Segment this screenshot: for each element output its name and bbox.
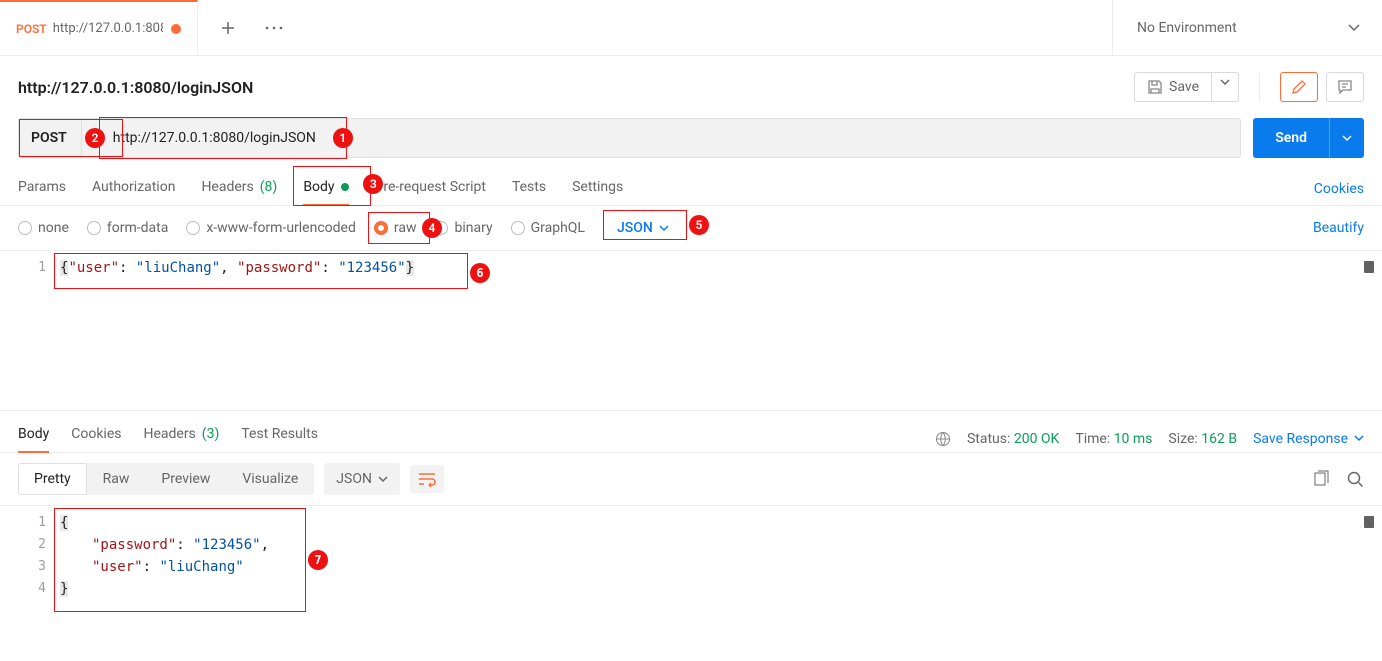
send-button[interactable]: Send <box>1253 118 1364 158</box>
tab-tests[interactable]: Tests <box>512 173 546 205</box>
chevron-down-icon <box>659 225 669 232</box>
view-mode-segment: Pretty Raw Preview Visualize <box>18 463 314 495</box>
scrollbar[interactable] <box>1364 516 1374 528</box>
tab-body[interactable]: Body 3 <box>303 173 348 205</box>
view-pretty[interactable]: Pretty <box>18 463 87 495</box>
chevron-down-icon <box>1220 79 1230 86</box>
request-body-editor[interactable]: 1 {"user": "liuChang", "password": "1234… <box>0 251 1382 411</box>
tab-bar: POST http://127.0.0.1:8080/l No Environm… <box>0 0 1382 56</box>
response-tab-body[interactable]: Body <box>18 426 49 452</box>
annotation-7: 7 <box>308 550 328 570</box>
beautify-link[interactable]: Beautify <box>1313 220 1364 236</box>
request-tabs: Params Authorization Headers (8) Body 3 … <box>0 166 1382 206</box>
url-row: POST 2 http://127.0.0.1:8080/loginJSON 1… <box>0 118 1382 166</box>
response-code-content: { "password": "123456", "user": "liuChan… <box>60 512 1382 626</box>
unsaved-dot-icon <box>171 24 181 34</box>
request-tab-active[interactable]: POST http://127.0.0.1:8080/l <box>0 0 198 56</box>
chevron-down-icon <box>378 476 388 483</box>
more-tabs-icon[interactable] <box>260 14 288 42</box>
response-tab-headers[interactable]: Headers (3) <box>143 426 219 452</box>
body-language-selector[interactable]: JSON 5 <box>609 216 677 240</box>
tab-pre-request-script[interactable]: Pre-request Script <box>375 173 486 205</box>
globe-icon[interactable] <box>935 431 951 447</box>
save-response-button[interactable]: Save Response <box>1253 431 1364 447</box>
wrap-icon <box>418 471 436 487</box>
status-block: Status: 200 OK <box>967 431 1059 447</box>
add-tab-button[interactable] <box>214 14 242 42</box>
chevron-down-icon <box>1342 135 1352 142</box>
environment-label: No Environment <box>1137 20 1237 36</box>
annotation-6: 6 <box>470 263 490 283</box>
tab-headers[interactable]: Headers (8) <box>201 173 277 205</box>
view-visualize[interactable]: Visualize <box>226 463 314 495</box>
code-content[interactable]: {"user": "liuChang", "password": "123456… <box>60 257 1382 410</box>
annotation-5: 5 <box>689 215 709 235</box>
tab-settings[interactable]: Settings <box>572 173 623 205</box>
tab-params[interactable]: Params <box>18 173 66 205</box>
response-language-selector[interactable]: JSON <box>324 463 400 495</box>
tab-method: POST <box>16 22 47 36</box>
size-block: Size: 162 B <box>1168 431 1237 447</box>
radio-checked-icon <box>374 221 388 235</box>
request-name: http://127.0.0.1:8080/loginJSON <box>18 78 253 97</box>
response-tabs: Body Cookies Headers (3) Test Results St… <box>0 411 1382 453</box>
line-gutter: 1 <box>0 257 60 410</box>
body-type-raw[interactable]: raw 4 <box>374 220 417 236</box>
cookies-link[interactable]: Cookies <box>1314 181 1364 197</box>
response-toolbar: Pretty Raw Preview Visualize JSON <box>0 453 1382 506</box>
divider <box>1259 73 1260 101</box>
view-preview[interactable]: Preview <box>145 463 226 495</box>
search-icon[interactable] <box>1346 470 1364 488</box>
save-options-button[interactable] <box>1212 72 1239 102</box>
environment-selector[interactable]: No Environment <box>1112 0 1382 56</box>
body-type-binary[interactable]: binary <box>434 220 492 236</box>
body-type-none[interactable]: none <box>18 220 69 236</box>
url-field[interactable]: http://127.0.0.1:8080/loginJSON 1 <box>101 118 1241 158</box>
annotation-1: 1 <box>333 128 353 148</box>
pencil-icon <box>1291 79 1307 95</box>
body-type-form-data[interactable]: form-data <box>87 220 168 236</box>
annotation-2: 2 <box>85 128 105 148</box>
save-button[interactable]: Save <box>1134 72 1212 102</box>
save-icon <box>1147 79 1163 95</box>
chevron-down-icon <box>1354 435 1364 442</box>
wrap-lines-button[interactable] <box>410 465 444 493</box>
body-type-row: none form-data x-www-form-urlencoded raw… <box>0 206 1382 251</box>
response-tab-test-results[interactable]: Test Results <box>241 426 318 452</box>
tab-title: http://127.0.0.1:8080/l <box>53 21 163 36</box>
response-tab-cookies[interactable]: Cookies <box>71 426 121 452</box>
line-gutter: 1 2 3 4 <box>0 512 60 626</box>
view-raw[interactable]: Raw <box>87 463 146 495</box>
body-indicator-icon <box>341 183 349 191</box>
http-method-selector[interactable]: POST 2 <box>18 118 113 158</box>
time-block: Time: 10 ms <box>1075 431 1152 447</box>
comment-icon <box>1337 79 1353 95</box>
comment-icon-button[interactable] <box>1326 72 1364 102</box>
body-type-graphql[interactable]: GraphQL <box>511 220 585 236</box>
request-title-row: http://127.0.0.1:8080/loginJSON Save <box>0 56 1382 118</box>
http-method-label: POST <box>19 130 81 146</box>
response-body-editor[interactable]: 1 2 3 4 { "password": "123456", "user": … <box>0 506 1382 626</box>
scrollbar[interactable] <box>1364 261 1374 273</box>
annotation-3: 3 <box>363 174 383 194</box>
annotation-4: 4 <box>422 218 442 238</box>
chevron-down-icon <box>1348 24 1360 32</box>
send-options[interactable] <box>1329 118 1364 158</box>
tab-authorization[interactable]: Authorization <box>92 173 175 205</box>
copy-icon[interactable] <box>1312 470 1330 488</box>
edit-icon-button[interactable] <box>1280 72 1318 102</box>
body-type-urlencoded[interactable]: x-www-form-urlencoded <box>186 220 356 236</box>
